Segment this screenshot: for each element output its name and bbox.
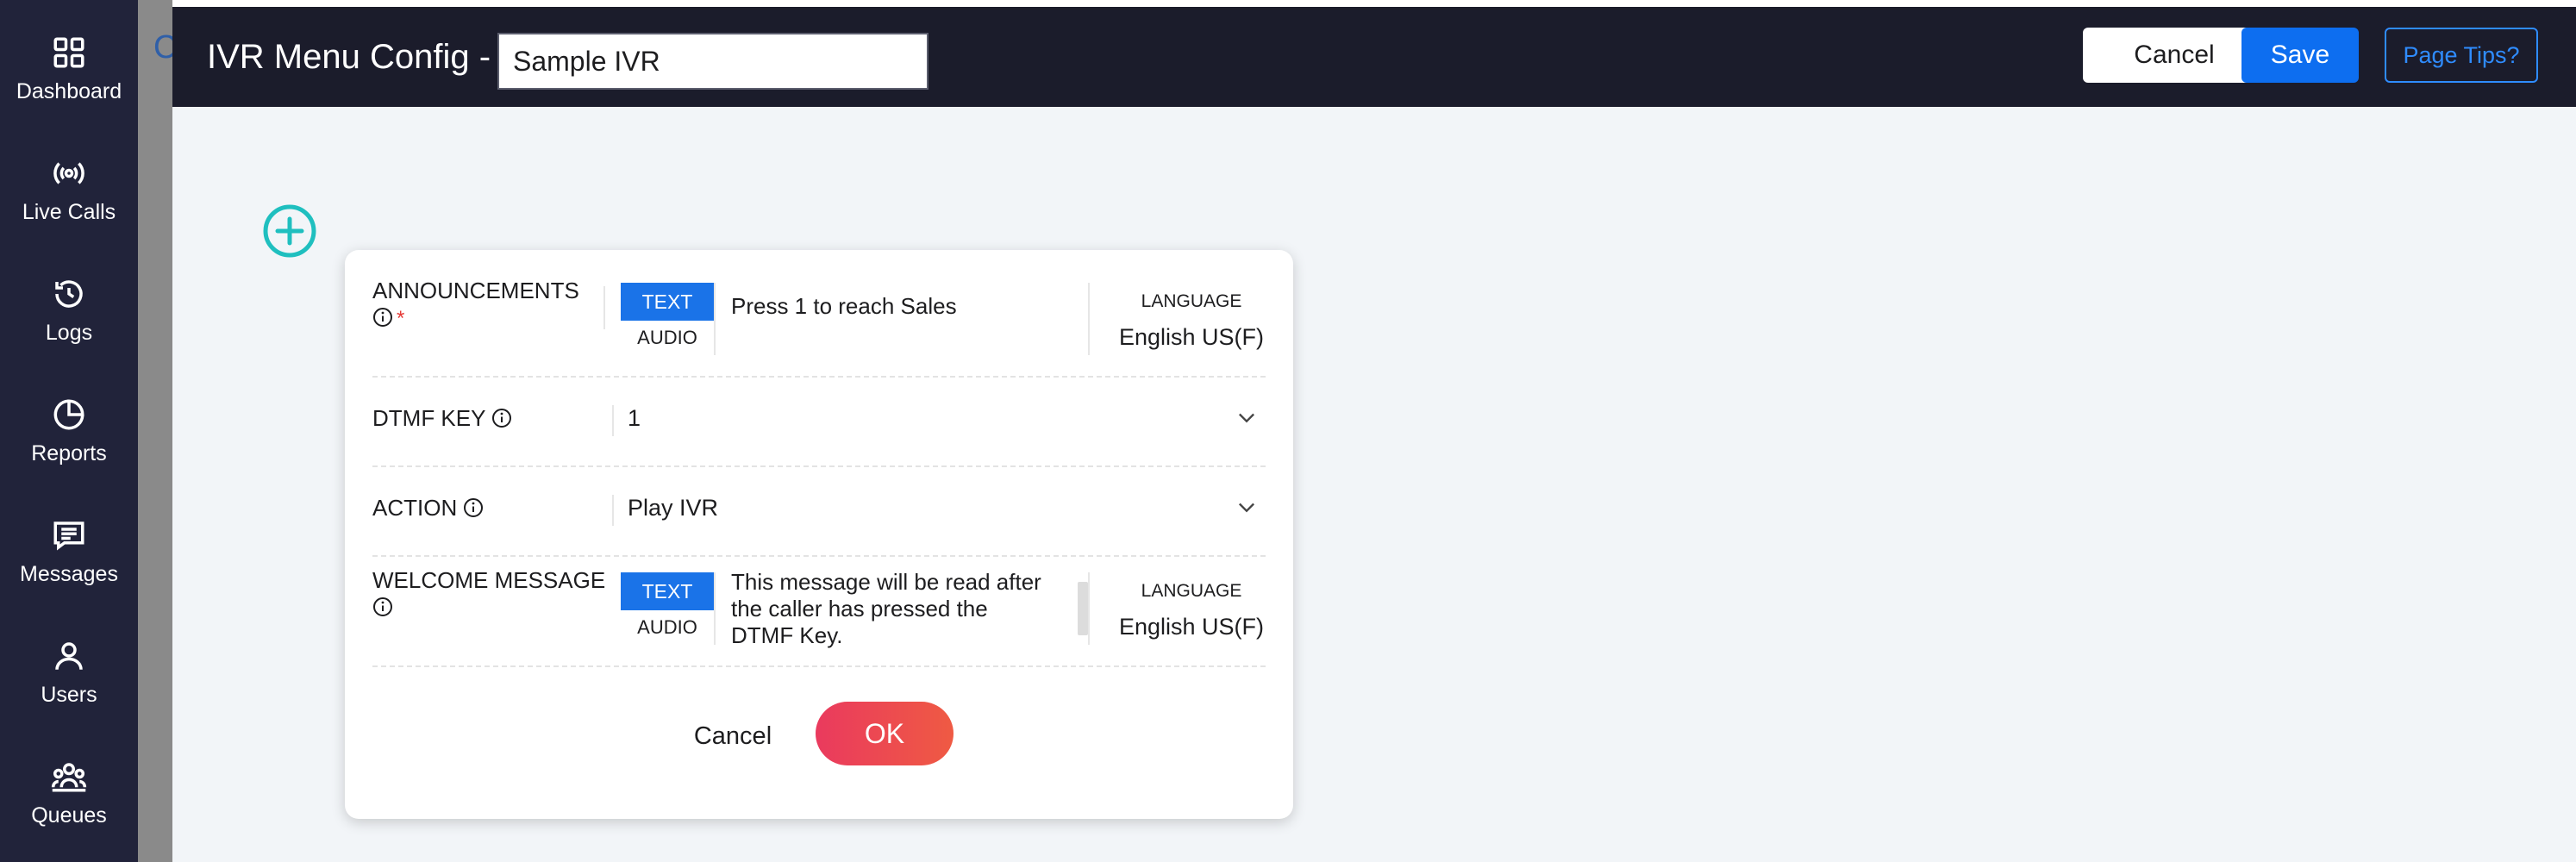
required-asterisk: * [397,307,405,330]
welcome-message-label: WELCOME MESSAGE [372,567,605,621]
action-label: ACTION [372,495,484,522]
welcome-message-line: the caller has pressed the [731,596,988,622]
ivr-name-input[interactable] [497,33,928,90]
column-divider [612,405,614,436]
column-divider [603,286,605,329]
announcements-audio-tab[interactable]: AUDIO [621,321,714,355]
welcome-message-scrollbar[interactable] [1078,582,1088,635]
chevron-down-icon[interactable] [1235,405,1259,429]
column-divider [612,495,614,526]
announcements-message[interactable]: Press 1 to reach Sales [731,293,957,320]
user-icon [55,641,83,670]
dialog-cancel-button[interactable]: Cancel [664,710,802,762]
welcome-audio-tab[interactable]: AUDIO [621,610,714,645]
row-divider [372,376,1266,378]
announcements-label-text: ANNOUNCEMENTS [372,278,579,303]
save-button[interactable]: Save [2241,28,2359,83]
dtmf-key-select[interactable]: 1 [628,405,641,432]
history-icon [55,279,83,308]
add-node-icon[interactable] [262,203,317,259]
dtmf-key-label-text: DTMF KEY [372,405,485,431]
sidebar-item-label: Dashboard [16,78,122,103]
welcome-message-line: DTMF Key. [731,622,843,648]
chevron-down-icon[interactable] [1235,495,1259,519]
announcements-language-select[interactable]: English US(F) [1107,324,1276,351]
row-divider [372,465,1266,467]
broadcast-icon [53,161,84,184]
info-icon[interactable] [491,408,512,428]
sidebar-item-label: Messages [20,561,118,586]
announcements-language-label: LANGUAGE [1141,291,1242,311]
welcome-language-label: LANGUAGE [1141,581,1242,601]
sidebar-item-reports[interactable]: Reports [0,379,138,483]
column-divider [1088,283,1090,355]
sidebar-item-label: Users [41,682,97,707]
message-icon [53,521,84,550]
action-label-text: ACTION [372,495,458,521]
welcome-text-tab[interactable]: TEXT [621,572,714,610]
sidebar-item-label: Live Calls [22,199,116,224]
sidebar-item-label: Reports [31,440,107,465]
sidebar-item-logs[interactable]: Logs [0,259,138,362]
header-top-band [172,0,2576,7]
sidebar-item-live-calls[interactable]: Live Calls [0,138,138,241]
info-icon[interactable] [463,497,484,518]
announcements-text-tab[interactable]: TEXT [621,283,714,321]
header-cancel-button[interactable]: Cancel [2083,28,2266,83]
ok-button[interactable]: OK [816,702,953,765]
welcome-language-select[interactable]: English US(F) [1107,614,1276,640]
ivr-option-dialog: ANNOUNCEMENTS * TEXT AUDIO Press 1 to re… [345,250,1293,819]
background-overlay-strip [138,0,172,862]
sidebar-item-messages[interactable]: Messages [0,500,138,603]
announcements-label: ANNOUNCEMENTS * [372,278,579,331]
welcome-message-text[interactable]: This message will be read after the call… [731,569,1041,649]
grid-icon [53,37,84,67]
group-icon [51,762,87,791]
sidebar-nav: Dashboard Live Calls Logs Reports Messag… [0,0,138,862]
sidebar-item-label: Logs [45,320,93,345]
info-icon[interactable] [372,597,393,617]
column-divider [714,572,716,645]
pie-chart-icon [53,398,84,429]
welcome-message-label-text: WELCOME MESSAGE [372,567,606,593]
sidebar-item-users[interactable]: Users [0,621,138,724]
page-tips-button[interactable]: Page Tips? [2385,28,2538,83]
action-select[interactable]: Play IVR [628,495,718,522]
row-divider [372,555,1266,557]
info-icon[interactable] [372,307,393,328]
column-divider [1088,572,1090,645]
sidebar-item-queues[interactable]: Queues [0,741,138,845]
page-title: IVR Menu Config - [207,38,491,76]
config-header: IVR Menu Config - Cancel Save Page Tips? [172,7,2576,107]
row-divider [372,665,1266,667]
sidebar-item-dashboard[interactable]: Dashboard [0,17,138,121]
column-divider [714,283,716,355]
sidebar-item-label: Queues [31,803,107,828]
welcome-message-line: This message will be read after [731,569,1041,595]
dtmf-key-label: DTMF KEY [372,405,512,432]
